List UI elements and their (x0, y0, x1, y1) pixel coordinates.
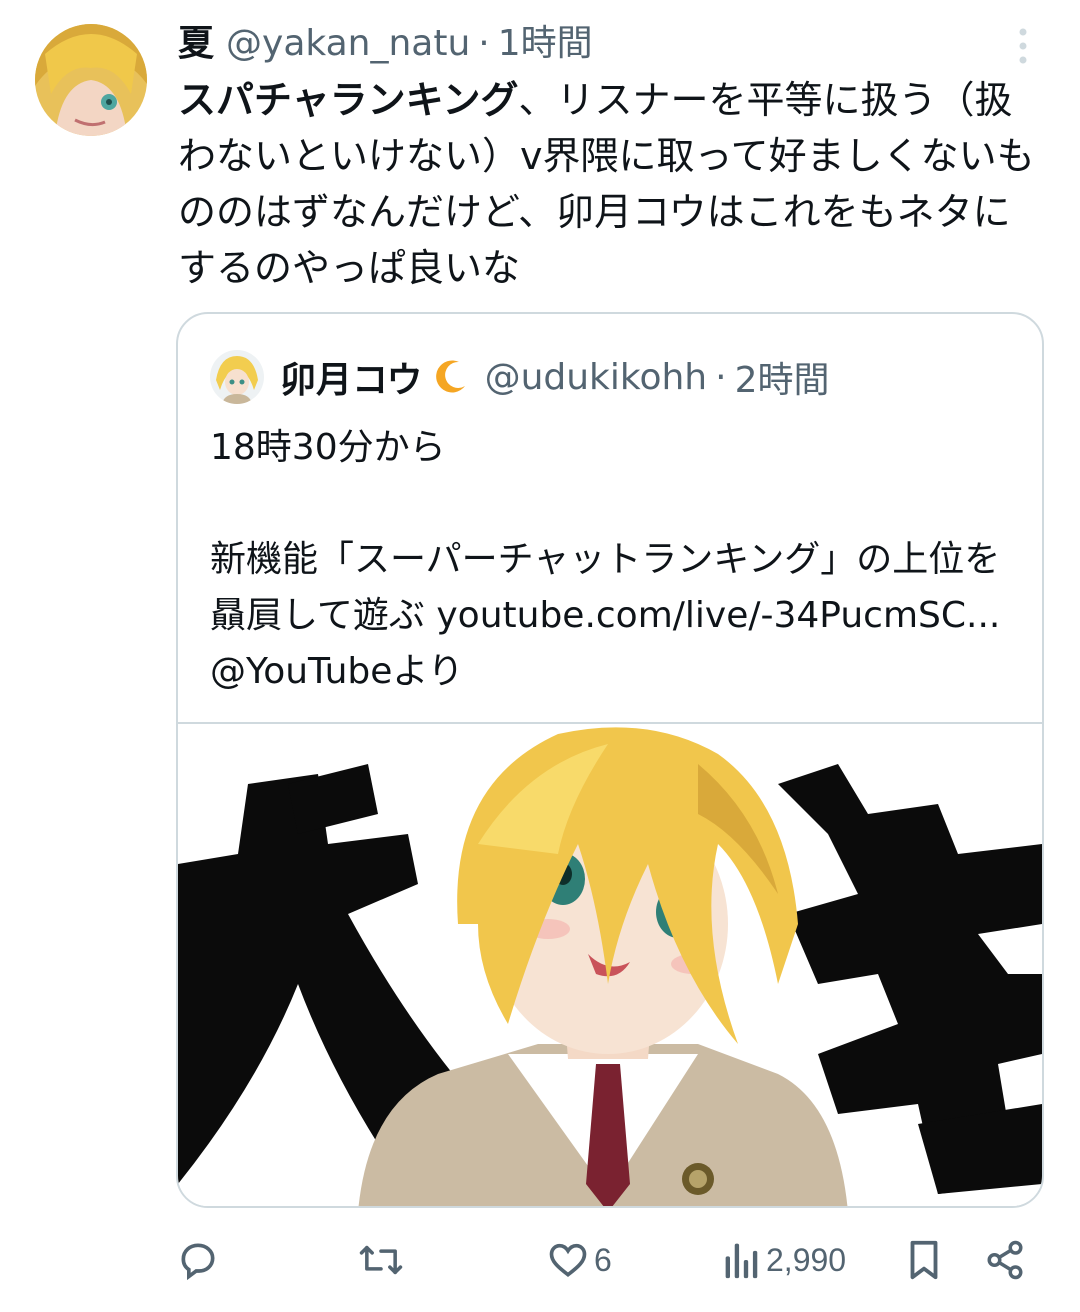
quote-author-handle: @udukikohh (484, 356, 708, 398)
quote-time: 2時間 (734, 360, 830, 401)
retweet-icon (358, 1238, 404, 1282)
like-button[interactable]: 6 (546, 1230, 612, 1290)
avatar-image (35, 24, 147, 136)
tweet-text: スパチャランキング、リスナーを平等に扱う（扱わないといけない）v界隈に取って好ま… (178, 72, 1048, 296)
share-icon (984, 1238, 1026, 1282)
retweet-button[interactable] (358, 1230, 408, 1290)
separator-dot: · (478, 23, 490, 64)
reply-button[interactable] (176, 1230, 224, 1290)
tweet-actions: 6 2,990 (176, 1230, 1036, 1290)
heart-icon (546, 1238, 590, 1282)
thumbnail-illustration (178, 724, 1042, 1206)
crescent-moon-icon (429, 356, 471, 398)
views-button[interactable]: 2,990 (722, 1230, 846, 1290)
author-handle[interactable]: @yakan_natu (226, 22, 470, 66)
quote-author-name: 卯月コウ (280, 360, 423, 401)
quote-separator-dot: · (715, 356, 727, 398)
quote-header: 卯月コウ @udukikohh · 2時間 (210, 350, 830, 404)
quote-author-avatar (210, 350, 264, 404)
quoted-tweet-card[interactable]: 卯月コウ @udukikohh · 2時間 18時30分から 新機能「スーパーチ… (176, 312, 1044, 1208)
author-avatar[interactable] (35, 24, 147, 136)
bookmark-button[interactable] (904, 1230, 944, 1290)
quote-text: 18時30分から 新機能「スーパーチャットランキング」の上位を贔屓して遊ぶ yo… (210, 427, 1001, 692)
tweet-time[interactable]: 1時間 (498, 22, 593, 66)
tweet-header: 夏 @yakan_natu · 1時間 (178, 22, 593, 66)
more-vertical-icon[interactable] (1006, 26, 1040, 66)
tweet-text-bold: スパチャランキング (178, 78, 519, 122)
views-chart-icon (722, 1238, 762, 1282)
views-count: 2,990 (766, 1241, 847, 1278)
like-count: 6 (594, 1241, 612, 1278)
reply-icon (176, 1238, 220, 1282)
bookmark-icon (904, 1237, 944, 1283)
author-name[interactable]: 夏 (178, 22, 214, 66)
quote-media-image[interactable] (178, 722, 1042, 1206)
share-button[interactable] (984, 1230, 1026, 1290)
